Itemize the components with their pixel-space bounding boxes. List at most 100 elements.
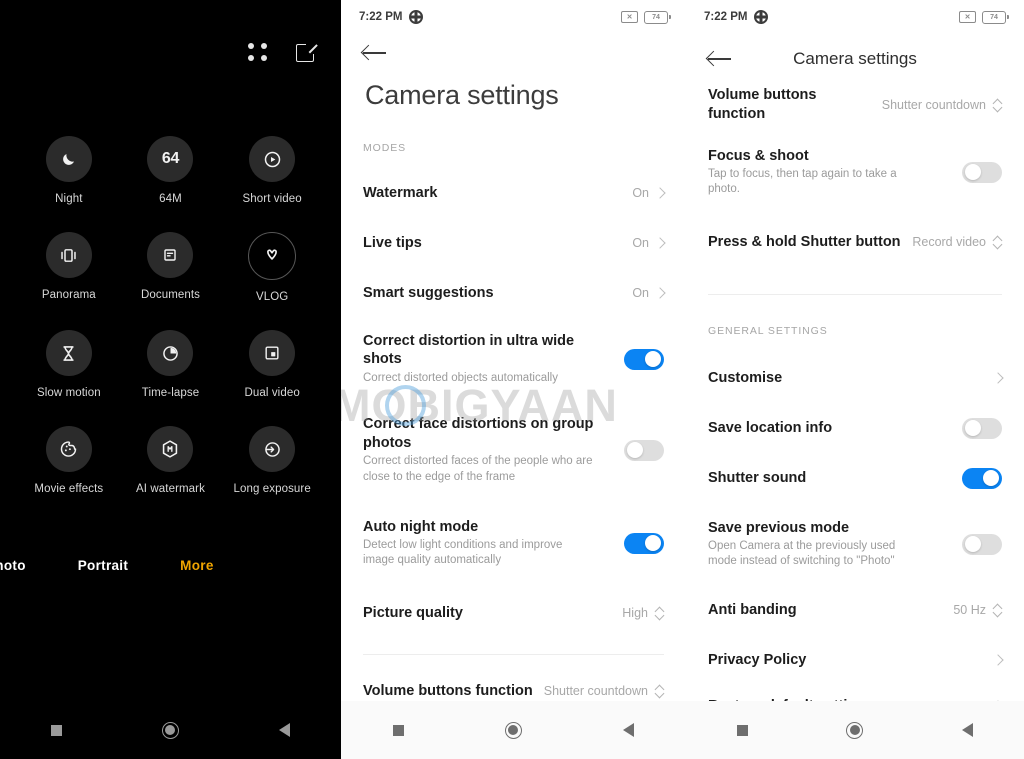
settings-row[interactable]: Watermark On [341,168,686,218]
row-text: Anti banding [708,601,797,620]
row-control[interactable] [992,654,1004,666]
row-control[interactable] [962,417,1002,439]
row-text: Live tips [363,234,422,253]
camera-mode-ai-watermark[interactable]: AI watermark [120,426,222,495]
settings-row[interactable]: Customise [686,353,1024,403]
camera-modes-screen: Night 64 64M Short video Panorama Documents VL… [0,0,341,759]
nav-recents-button[interactable] [0,724,114,736]
nav-back-button[interactable] [571,723,686,737]
row-value: 50 Hz [953,603,986,617]
timelapse-clock-icon [147,330,194,376]
settings-row[interactable]: Privacy Policy [686,635,1024,685]
settings-row[interactable]: Save location info [686,403,1024,453]
chevron-right-icon [992,372,1004,384]
row-subtitle: Detect low light conditions and improve … [363,539,563,567]
camera-mode-label: Movie effects [34,483,104,495]
play-circle-icon [249,136,296,182]
back-arrow-icon[interactable] [363,44,387,62]
grid-four-dots-icon[interactable] [248,42,268,63]
nav-back-button[interactable] [911,723,1024,737]
nav-back-button[interactable] [227,723,341,737]
row-text: Auto night mode Detect low light conditio… [363,518,595,569]
row-title: Customise [708,369,783,386]
nav-home-button[interactable] [114,721,228,739]
chevron-right-icon [654,237,666,249]
settings-row[interactable]: Correct distortion in ultra wide shots Co… [341,318,686,400]
row-control[interactable]: On [632,236,666,250]
camera-mode-slow-motion[interactable]: Slow motion [18,330,120,399]
back-arrow-icon[interactable] [708,50,732,68]
row-title: Picture quality [363,604,463,621]
row-value: On [632,286,649,300]
camera-mode-label: VLOG [255,291,289,303]
settings-row[interactable]: Volume buttons function Shutter countdown [686,78,1024,132]
section-header: GENERAL SETTINGS [708,325,828,337]
toggle-switch[interactable] [624,348,664,370]
hourglass-icon [45,330,92,376]
mode-tab-portrait[interactable]: Portrait [78,558,128,573]
settings-row[interactable]: Focus & shoot Tap to focus, then tap agai… [686,132,1024,212]
settings-row[interactable]: Shutter sound [686,453,1024,503]
nav-recents-button[interactable] [686,724,799,736]
row-text: Press & hold Shutter button [708,233,901,252]
edit-square-icon[interactable] [296,42,318,63]
toggle-switch[interactable] [962,533,1002,555]
settings-row[interactable]: Anti banding 50 Hz [686,585,1024,635]
row-control[interactable]: On [632,286,666,300]
three-screenshot-composite: Night 64 64M Short video Panorama Documents VL… [0,0,1024,759]
row-text: Customise [708,369,782,388]
settings-row[interactable]: Correct face distortions on group photos… [341,400,686,500]
row-control[interactable]: Shutter countdown [882,98,1002,112]
toggle-switch[interactable] [624,439,664,461]
camera-mode-documents[interactable]: Documents [120,232,222,303]
settings-row[interactable]: Picture quality High [341,586,686,640]
camera-mode-vlog[interactable]: VLOG [221,232,323,303]
back-triangle-icon [962,723,974,737]
nav-recents-button[interactable] [341,724,456,736]
camera-mode-dual-video[interactable]: Dual video [221,330,323,399]
row-control[interactable] [624,348,664,370]
camera-mode-night[interactable]: Night [18,136,120,205]
settings-row[interactable]: Auto night mode Detect low light conditio… [341,500,686,586]
row-text: Save previous mode Open Camera at the pre… [708,519,920,570]
settings-row[interactable]: Save previous mode Open Camera at the pre… [686,503,1024,585]
row-control[interactable] [624,439,664,461]
row-control[interactable]: Shutter countdown [544,684,664,698]
toggle-switch[interactable] [962,467,1002,489]
row-value: Shutter countdown [881,98,986,112]
mid-topbar [363,44,387,62]
row-control[interactable] [992,372,1004,384]
settings-row[interactable]: Smart suggestions On [341,268,686,318]
nav-home-button[interactable] [456,721,571,739]
row-control[interactable] [962,161,1002,183]
camera-mode-label: 64M [159,193,182,205]
battery-icon: 74 [644,10,671,24]
camera-mode-movie-effects[interactable]: Movie effects [18,426,120,495]
settings-row[interactable]: Live tips On [341,218,686,268]
camera-topbar [248,42,318,63]
row-control[interactable] [624,532,664,554]
statusbar-mid: 7:22 PM ✕ 74 [341,0,686,34]
camera-mode-panorama[interactable]: Panorama [18,232,120,303]
toggle-knob [965,536,981,552]
camera-mode-long-exposure[interactable]: Long exposure [221,426,323,495]
camera-mode-short-video[interactable]: Short video [221,136,323,205]
camera-mode-64m[interactable]: 64 64M [120,136,222,205]
camera-mode-label: Night [55,193,83,205]
row-control[interactable] [962,533,1002,555]
toggle-switch[interactable] [962,161,1002,183]
mode-tab-more[interactable]: More [180,558,213,573]
row-control[interactable]: On [632,186,666,200]
row-control[interactable]: High [622,606,664,620]
camera-mode-label: Panorama [41,289,96,301]
row-control[interactable]: 50 Hz [953,603,1002,617]
row-control[interactable] [962,467,1002,489]
row-title: Shutter sound [708,469,807,486]
mode-tab-photo[interactable]: Photo [0,558,26,573]
toggle-switch[interactable] [962,417,1002,439]
settings-row[interactable]: Press & hold Shutter button Record video [686,212,1024,272]
row-control[interactable]: Record video [912,235,1002,249]
nav-home-button[interactable] [799,721,912,739]
camera-mode-time-lapse[interactable]: Time-lapse [120,330,222,399]
toggle-switch[interactable] [624,532,664,554]
